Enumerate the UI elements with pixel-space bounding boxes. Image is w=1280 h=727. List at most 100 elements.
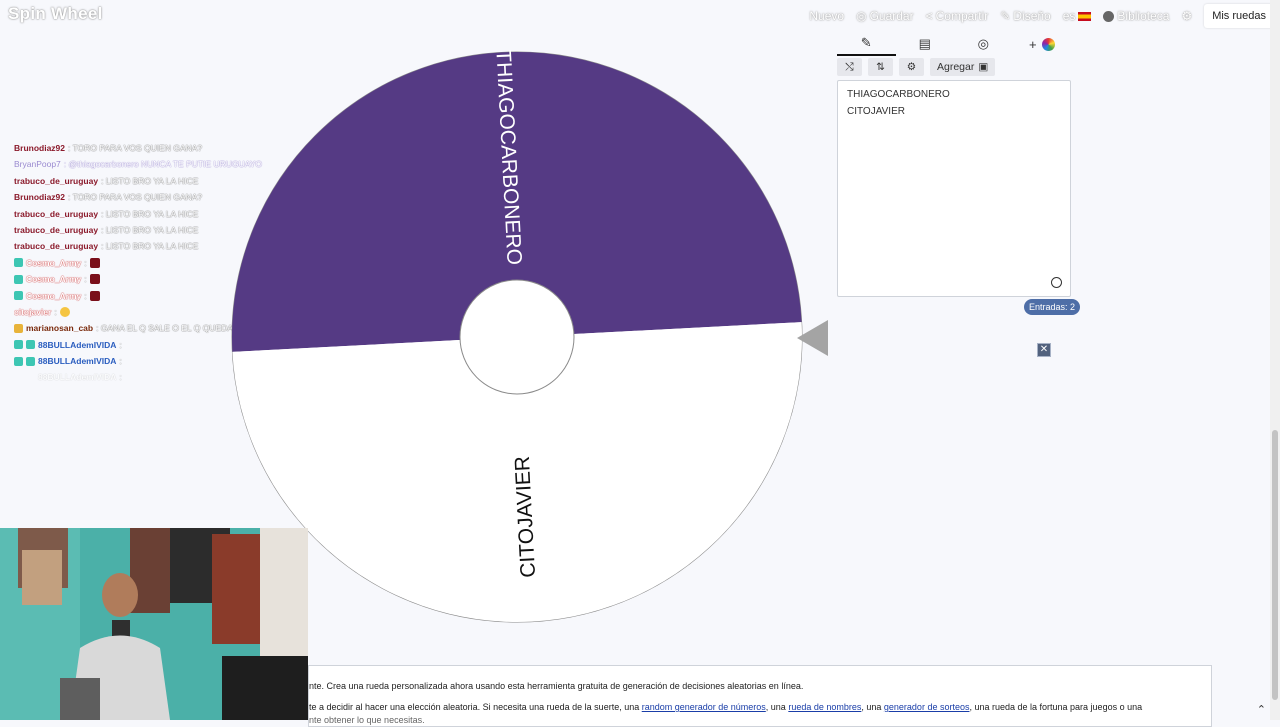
chat-user: Brunodiaz92 xyxy=(14,143,66,153)
tab-entries-pencil-icon[interactable]: ✎ xyxy=(837,32,896,56)
emote-icon xyxy=(89,290,100,301)
nav-guardar[interactable]: ◎ Guardar xyxy=(856,9,914,23)
nav-compartir[interactable]: < Compartir xyxy=(926,9,989,23)
chat-badge-icon xyxy=(14,274,23,284)
nav-biblioteca[interactable]: Biblioteca xyxy=(1103,9,1169,23)
agregar-label: Agregar xyxy=(937,61,975,73)
webcam-overlay xyxy=(0,528,308,720)
shuffle-button[interactable]: ⤭ xyxy=(837,58,862,76)
chat-user: marianosan_cab xyxy=(26,323,94,334)
chat-user: 88BULLAdemIVIDA xyxy=(38,356,117,367)
chat-message: : xyxy=(84,290,87,301)
chat-badge-icon xyxy=(26,356,35,366)
nav-guardar-label: Guardar xyxy=(869,9,914,23)
editor-toolbar: ⤭ ⇅ ⚙ Agregar ▣ xyxy=(837,58,996,76)
chat-user: trabuco_de_uruguay xyxy=(14,241,99,252)
nav-nuevo[interactable]: Nuevo xyxy=(809,9,844,23)
chat-badge-icon xyxy=(14,356,23,366)
chat-badge-icon xyxy=(14,340,23,350)
image-icon: ▣ xyxy=(978,61,989,73)
chat-message: : TORO PARA VOS QUIEN GANA? xyxy=(68,143,203,153)
sort-icon: ⇅ xyxy=(876,61,885,73)
entries-count-badge: Entradas: 2 xyxy=(1024,299,1081,315)
mis-ruedas-button[interactable]: Mis ruedas xyxy=(1204,4,1274,28)
tab-results-clipboard-icon[interactable]: ▤ xyxy=(896,32,955,56)
tab-hidden-eye-slash-icon[interactable]: ◎ xyxy=(954,32,1013,56)
chat-user: Cosmo_Army xyxy=(26,257,82,268)
chat-message: : xyxy=(84,274,87,285)
wheel-center[interactable] xyxy=(459,279,575,395)
link-rueda-nombres[interactable]: rueda de nombres xyxy=(788,702,861,712)
chat-user: BryanPoop7 xyxy=(14,159,61,170)
description-text: , una xyxy=(861,702,884,712)
chat-user: 88BULLAdemIVIDA xyxy=(38,372,117,383)
palette-icon xyxy=(1041,37,1055,51)
description-text: , una xyxy=(765,702,789,712)
emote-icon xyxy=(89,274,100,285)
description-line-3: nte obtener lo que necesitas. xyxy=(309,715,425,725)
entry-line: CITOJAVIER xyxy=(847,106,905,117)
close-icon[interactable]: ✕ xyxy=(1037,343,1051,357)
shuffle-icon: ⤭ xyxy=(845,60,854,73)
settings-icon[interactable]: ⚙ xyxy=(1181,9,1192,23)
chat-user: Cosmo_Army xyxy=(26,274,82,285)
chat-badge-icon xyxy=(14,323,23,333)
language-code: es xyxy=(1062,9,1076,23)
chat-message: : LISTO BRO YA LA HICE xyxy=(101,175,199,186)
webcam-image xyxy=(0,528,308,720)
tab-add-palette-icon[interactable]: + xyxy=(1013,32,1072,56)
description-line-2: te a decidir al hacer una elección aleat… xyxy=(309,702,1142,712)
chat-user: citojavier xyxy=(14,306,52,317)
chat-badge-icon xyxy=(14,291,23,301)
chat-user: trabuco_de_uruguay xyxy=(14,208,99,219)
chat-message: : xyxy=(119,339,122,350)
top-nav: Nuevo ◎ Guardar < Compartir ✎ Diseño es Bib… xyxy=(809,0,1280,32)
spain-flag-icon xyxy=(1078,11,1092,21)
gear-icon: ⚙ xyxy=(906,61,917,73)
entries-textarea[interactable]: THIAGOCARBONERO CITOJAVIER xyxy=(837,80,1071,297)
link-generador-sorteos[interactable]: generador de sorteos xyxy=(884,702,970,712)
chat-user: 88BULLAdemIVIDA xyxy=(38,339,117,350)
chat-message: : xyxy=(119,356,122,367)
chat-message: : LISTO BRO YA LA HICE xyxy=(101,241,199,252)
nav-compartir-label: Compartir xyxy=(935,9,989,23)
smile-emote-icon xyxy=(59,307,70,318)
spin-wheel[interactable]: THIAGOCARBONERO CITOJAVIER xyxy=(230,49,804,624)
wheel-svg[interactable]: THIAGOCARBONERO CITOJAVIER xyxy=(230,49,804,624)
description-text: te a decidir al hacer una elección aleat… xyxy=(309,702,642,712)
chat-message: : LISTO BRO YA LA HICE xyxy=(101,208,199,219)
scrollbar-thumb[interactable] xyxy=(1272,430,1278,700)
chat-message: : LISTO BRO YA LA HICE xyxy=(101,224,199,235)
chat-message: : xyxy=(84,257,87,268)
chat-user: Cosmo_Army xyxy=(26,290,82,301)
nav-language[interactable]: es xyxy=(1063,9,1092,23)
chat-user: Brunodiaz92 xyxy=(14,192,66,203)
sort-button[interactable]: ⇅ xyxy=(868,58,893,76)
page-scrollbar[interactable] xyxy=(1270,0,1280,720)
chat-user: trabuco_de_uruguay xyxy=(14,175,99,186)
scroll-up-icon[interactable]: ⌃ xyxy=(1257,703,1266,716)
chat-user: trabuco_de_uruguay xyxy=(14,224,99,235)
description-text: , una rueda de la fortuna para juegos o … xyxy=(969,702,1143,712)
description-line-1: nte. Crea una rueda personalizada ahora … xyxy=(309,681,804,691)
chat-message: : xyxy=(54,306,57,317)
chat-message: : GANA EL Q SALE O EL Q QUEDA? xyxy=(96,323,238,334)
nav-biblioteca-label: Biblioteca xyxy=(1117,9,1170,23)
editor-tabs: ✎ ▤ ◎ + xyxy=(837,32,1071,56)
advanced-button[interactable]: ⚙ xyxy=(899,58,924,76)
globe-icon xyxy=(1103,10,1115,22)
link-random-numeros[interactable]: random generador de números xyxy=(642,702,766,712)
pencil-icon: ✎ xyxy=(1000,9,1011,23)
nav-diseno-label: Diseño xyxy=(1013,9,1051,23)
share-icon: < xyxy=(925,9,933,23)
agregar-image-button[interactable]: Agregar ▣ xyxy=(930,58,996,76)
chat-message: : TORO PARA VOS QUIEN GANA? xyxy=(68,192,203,203)
entry-line: THIAGOCARBONERO xyxy=(847,89,950,100)
nav-diseno[interactable]: ✎ Diseño xyxy=(1000,9,1050,23)
description-panel: nte. Crea una rueda personalizada ahora … xyxy=(308,665,1212,727)
wheel-pointer xyxy=(797,320,828,356)
emoji-icon[interactable] xyxy=(1051,277,1062,288)
emote-icon xyxy=(89,257,100,268)
chat-message: : xyxy=(119,372,122,383)
app-logo[interactable]: Spin Wheel xyxy=(8,4,103,24)
